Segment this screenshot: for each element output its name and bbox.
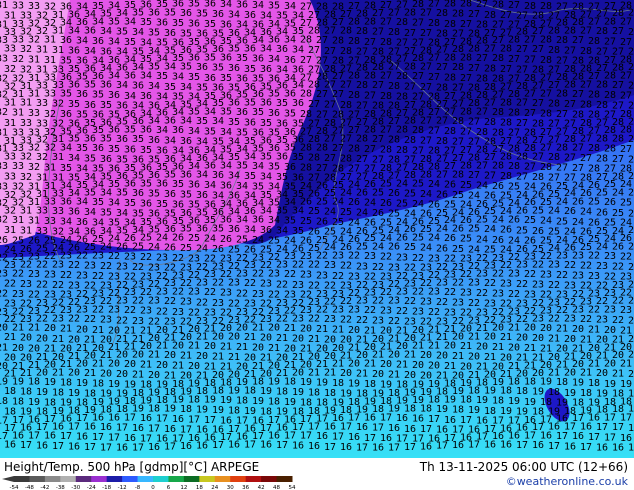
map-footer: Height/Temp. 500 hPa [gdmp][°C] ARPEGE T… <box>0 458 634 490</box>
legend-swatch <box>183 476 200 482</box>
legend-arrow-left <box>2 476 14 482</box>
temperature-label: 17 <box>356 442 368 453</box>
legend-swatch <box>245 476 262 482</box>
temperature-label: 16 <box>340 442 352 453</box>
temperature-label: 16 <box>68 442 80 453</box>
legend-tick-label: -12 <box>118 485 127 490</box>
legend-swatch <box>214 476 231 482</box>
temperature-label: 31 <box>0 0 8 11</box>
temperature-label: 17 <box>244 440 256 451</box>
legend-tick-label: 6 <box>167 485 171 490</box>
temperature-label: 17 <box>20 440 32 451</box>
temperature-label: 33 <box>0 53 8 64</box>
legend-tick-label: -54 <box>10 485 19 490</box>
legend-tick-label: 36 <box>242 485 249 490</box>
temperature-label: 17 <box>388 442 400 453</box>
temperature-label: 16 <box>420 441 432 452</box>
legend-tick-label: 30 <box>227 485 234 490</box>
temperature-label: 18 <box>0 396 8 407</box>
legend-swatch <box>14 476 30 482</box>
legend-tick-label: 12 <box>180 485 187 490</box>
legend-tick-label: -30 <box>71 485 80 490</box>
map-canvas: 3133333236343534353635363536343634353427… <box>0 0 634 458</box>
temperature-label: 17 <box>468 440 480 451</box>
temperature-label: 17 <box>84 442 96 453</box>
temperature-label: 16 <box>180 441 192 452</box>
legend-swatch <box>29 476 46 482</box>
temperature-label: 17 <box>436 441 448 452</box>
temperature-label: 16 <box>36 440 48 451</box>
legend-swatch <box>137 476 154 482</box>
temperature-label: 16 <box>500 440 512 451</box>
temperature-label: 16 <box>564 441 576 452</box>
temperature-label: 17 <box>404 442 416 453</box>
temperature-label: 17 <box>580 442 592 453</box>
color-legend: -54 -48 -42 -38 -30 -24 -18 -12 -8 0 6 12 18 24 30 36 42… <box>2 476 296 490</box>
legend-swatch <box>91 476 108 482</box>
temperature-label: 17 <box>132 442 144 453</box>
legend-swatch <box>75 476 92 482</box>
temperature-label: 17 <box>52 441 64 452</box>
legend-tick-label: 48 <box>273 485 280 490</box>
legend-swatch <box>153 476 169 482</box>
temperature-label: 32 <box>0 107 8 118</box>
legend-tick-label: 18 <box>196 485 203 490</box>
weather-map: 3133333236343534353635363536343634353427… <box>0 0 634 458</box>
temperature-label: 33 <box>0 161 8 172</box>
legend-swatch <box>230 476 247 482</box>
temperature-label: 17 <box>324 442 336 453</box>
temperature-label: 16 <box>4 440 16 451</box>
legend-swatch <box>199 476 216 482</box>
legend-tick-label: -48 <box>25 485 34 490</box>
temperature-label: 16 <box>116 442 128 453</box>
temperature-label: 16 <box>260 440 272 451</box>
legend-swatch <box>122 476 139 482</box>
temperature-label: 16 <box>452 440 464 451</box>
temperature-label: 17 <box>628 442 634 453</box>
legend-tick-label: -8 <box>135 485 141 490</box>
temperature-label: 17 <box>516 440 528 451</box>
credit-link[interactable]: ©weatheronline.co.uk <box>506 475 628 488</box>
temperature-label: 16 <box>148 442 160 453</box>
temperature-label: 16 <box>292 441 304 452</box>
temperature-label: 16 <box>196 440 208 451</box>
temperature-label: 17 <box>164 441 176 452</box>
legend-swatch <box>276 476 293 482</box>
legend-tick-label: 42 <box>258 485 265 490</box>
legend-swatch <box>44 476 61 482</box>
temperature-label: 16 <box>484 440 496 451</box>
temperature-label: 16 <box>372 442 384 453</box>
legend-swatch <box>60 476 77 482</box>
temperature-label: 16 <box>308 441 320 452</box>
legend-tick-label: -24 <box>87 485 96 490</box>
legend-tick-label: 24 <box>211 485 218 490</box>
temperature-label: 16 <box>596 442 608 453</box>
temperature-label: 17 <box>212 440 224 451</box>
legend-tick-label: -18 <box>102 485 111 490</box>
temperature-label: 17 <box>100 442 112 453</box>
legend-swatch <box>261 476 278 482</box>
map-title: Height/Temp. 500 hPa [gdmp][°C] ARPEGE <box>4 460 260 474</box>
legend-tick-label: -38 <box>56 485 65 490</box>
legend-swatch <box>168 476 185 482</box>
temperature-label: 16 <box>532 440 544 451</box>
valid-time: Th 13-11-2025 06:00 UTC (12+66) <box>419 460 628 474</box>
temperature-label: 32 <box>0 215 8 226</box>
legend-tick-label: 0 <box>151 485 155 490</box>
temperature-label: 17 <box>276 440 288 451</box>
legend-tick-label: -42 <box>40 485 49 490</box>
legend-tick-label: 54 <box>289 485 296 490</box>
temperature-label: 16 <box>612 442 624 453</box>
temperature-label: 17 <box>548 441 560 452</box>
temperature-label: 16 <box>228 440 240 451</box>
legend-swatch <box>106 476 123 482</box>
